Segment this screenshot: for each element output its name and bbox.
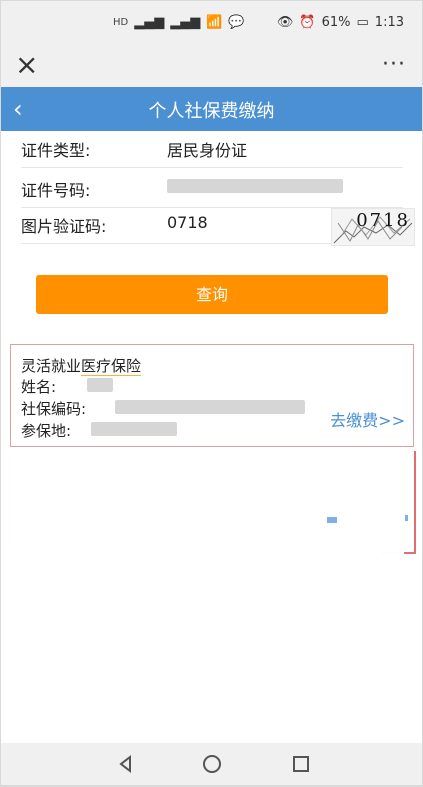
captcha-label: 图片验证码:	[21, 217, 107, 236]
id-number-label: 证件号码:	[21, 181, 91, 200]
redacted-card	[9, 451, 418, 601]
home-nav-icon[interactable]	[197, 749, 227, 779]
insurance-type-prefix: 灵活就业	[21, 357, 82, 375]
signal-icon: ▂▄▆	[134, 15, 165, 30]
top-bar: × ···	[1, 43, 422, 88]
redacted-border-right	[414, 451, 416, 553]
redacted-link-fragment	[327, 517, 337, 523]
chat-icon: 💬	[228, 15, 245, 30]
status-right: 👁 ⏰ 61% ▭ 1:13	[277, 15, 404, 30]
recent-apps-icon[interactable]	[286, 749, 316, 779]
alarm-icon: ⏰	[299, 15, 316, 30]
status-left: HD ▂▄▆ ▂▄▆ 📶 💬	[113, 15, 245, 30]
status-time: 1:13	[374, 15, 404, 30]
social-number-redacted	[115, 400, 305, 414]
captcha-text: 0718	[356, 210, 410, 231]
home-circle	[203, 755, 221, 773]
name-label: 姓名:	[21, 378, 57, 396]
id-type-label: 证件类型:	[21, 141, 91, 160]
recent-square	[293, 756, 309, 772]
location-label: 参保地:	[21, 422, 72, 440]
back-triangle	[119, 754, 131, 774]
pay-link[interactable]: 去缴费>>	[330, 407, 405, 431]
android-nav-bar	[1, 743, 422, 785]
close-icon[interactable]: ×	[15, 47, 38, 83]
location-redacted	[91, 422, 177, 436]
social-number-label: 社保编码:	[21, 400, 87, 418]
id-number-redacted[interactable]	[167, 179, 343, 193]
status-bar: HD ▂▄▆ ▂▄▆ 📶 💬 👁 ⏰ 61% ▭ 1:13	[1, 1, 422, 43]
screen: HD ▂▄▆ ▂▄▆ 📶 💬 👁 ⏰ 61% ▭ 1:13 × ··· ‹ 个人…	[1, 1, 422, 785]
insurance-type-suffix: 医疗保险	[81, 357, 142, 376]
eye-icon: 👁	[276, 15, 294, 30]
wifi-icon: 📶	[206, 15, 223, 30]
id-type-value[interactable]: 居民身份证	[167, 137, 247, 161]
redacted-link-fragment-2	[405, 515, 408, 521]
row-id-number[interactable]: 证件号码:	[21, 171, 403, 208]
signal-icon-2: ▂▄▆	[170, 15, 201, 30]
hd-icon: HD	[113, 17, 129, 28]
more-icon[interactable]: ···	[382, 47, 406, 83]
name-redacted	[87, 378, 113, 392]
battery-icon: ▭	[356, 15, 369, 30]
captcha-image[interactable]: 0718	[331, 208, 415, 246]
insurance-type: 灵活就业医疗保险	[21, 355, 142, 376]
row-id-type[interactable]: 证件类型: 居民身份证	[21, 131, 403, 168]
battery-text: 61%	[321, 15, 351, 30]
page-header: ‹ 个人社保费缴纳	[1, 87, 422, 131]
query-button[interactable]: 查询	[36, 275, 388, 314]
back-nav-icon[interactable]	[111, 749, 141, 779]
captcha-input[interactable]: 0718	[167, 213, 208, 232]
redaction-overlay-2	[49, 561, 409, 585]
page-title: 个人社保费缴纳	[148, 101, 275, 122]
result-card[interactable]: 灵活就业医疗保险 姓名: 社保编码: 参保地: 去缴费>>	[10, 344, 414, 447]
